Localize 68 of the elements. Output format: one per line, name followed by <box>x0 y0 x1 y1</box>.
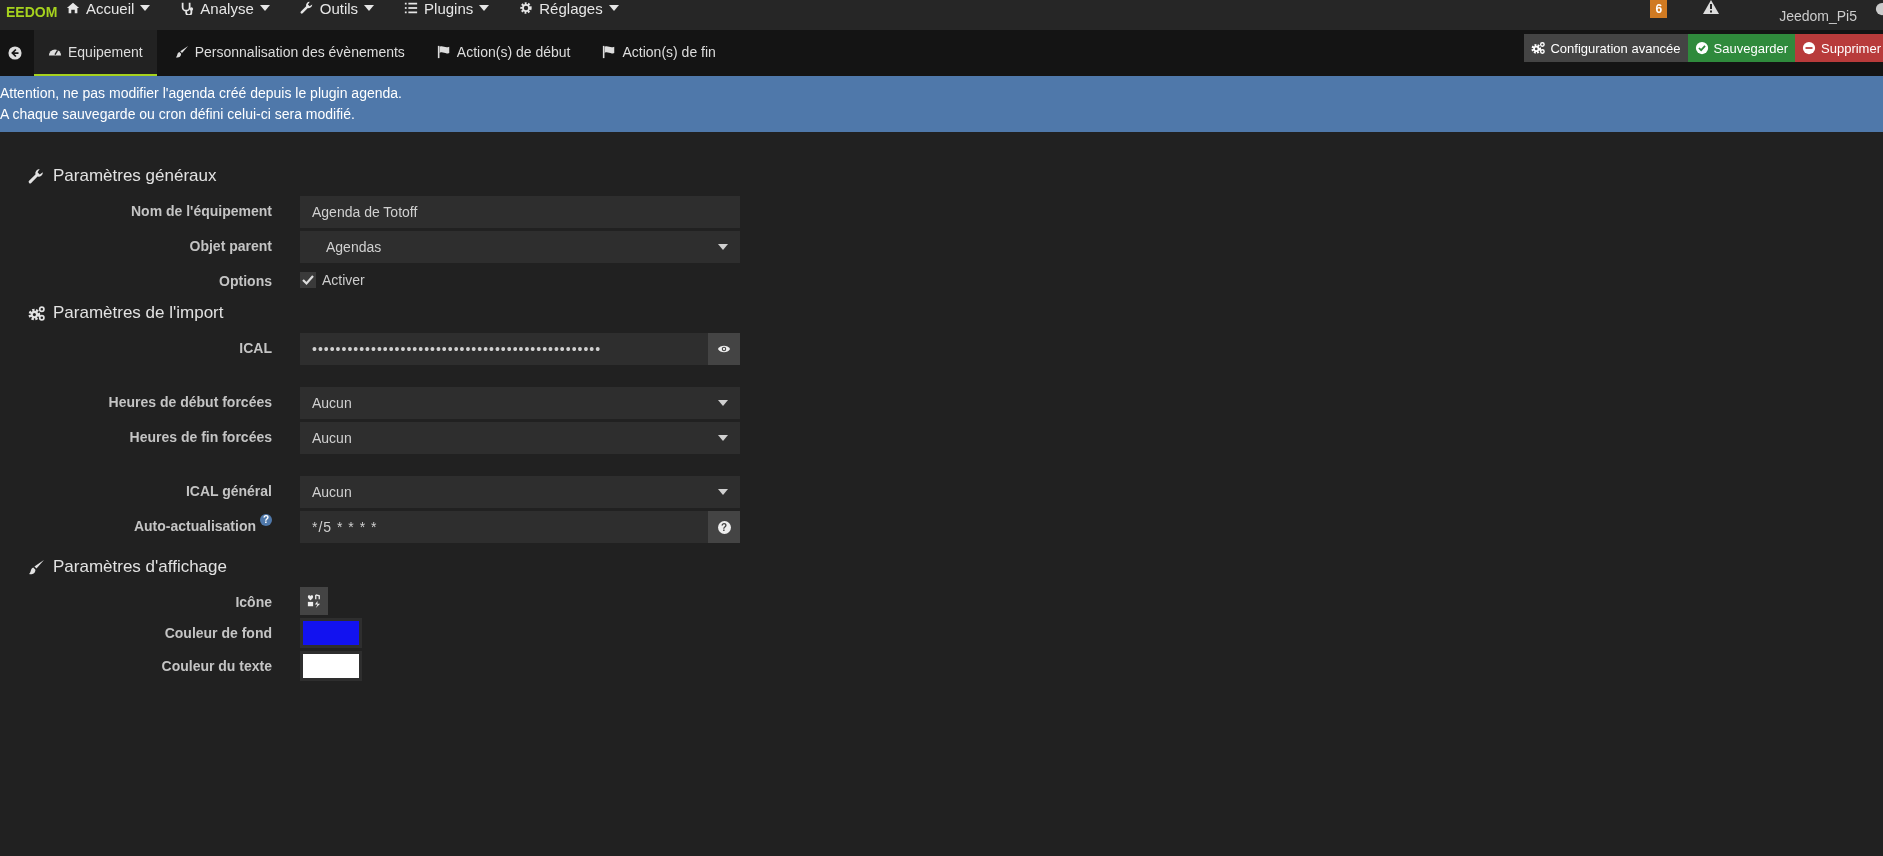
section-heading: Paramètres de l'import <box>53 303 224 323</box>
section-heading: Paramètres généraux <box>53 166 217 186</box>
field-label: Heures de fin forcées <box>129 429 272 445</box>
field-label: Heures de début forcées <box>108 394 272 410</box>
settings-icon <box>519 1 534 15</box>
caret-icon <box>364 5 375 11</box>
minus-circle-icon <box>1802 41 1817 55</box>
checkbox[interactable] <box>300 272 316 288</box>
nav-menu[interactable]: Plugins <box>404 0 490 18</box>
caret-icon <box>718 489 728 495</box>
hostname: Jeedom_Pi5 <box>1779 8 1857 24</box>
wrench-icon <box>28 167 45 185</box>
field-label: Icône <box>235 594 272 610</box>
caret-icon <box>718 244 728 250</box>
stethoscope-icon <box>180 1 195 15</box>
field-label: Objet parent <box>189 238 272 254</box>
shapes-icon <box>307 594 321 608</box>
field-label: ICAL <box>239 340 272 356</box>
caret-icon <box>608 5 619 11</box>
save-button[interactable]: Sauvegarder <box>1687 34 1796 62</box>
field-label: Options <box>219 273 272 289</box>
warning-text: A chaque sauvegarde ou cron défini celui-ci sera modifié. <box>0 105 355 124</box>
home-icon <box>66 1 80 15</box>
nav-menu[interactable]: Analyse <box>180 0 270 18</box>
flag-icon <box>436 45 451 59</box>
color-picker[interactable] <box>300 651 362 681</box>
delete-button[interactable]: Supprimer <box>1795 34 1883 62</box>
caret-icon <box>259 5 270 11</box>
wrench-icon <box>299 1 314 15</box>
select-field[interactable]: Agendas <box>300 231 740 263</box>
warning-text: Attention, ne pas modifier l'agenda créé depuis le plugin agenda. <box>0 84 402 103</box>
caret-icon <box>718 400 728 406</box>
warning-icon[interactable] <box>1703 0 1720 14</box>
text-field[interactable]: Agenda de Totoff <box>300 196 740 228</box>
advanced-config-button[interactable]: Configuration avancée <box>1524 34 1688 62</box>
caret-icon <box>718 435 728 441</box>
field-label: Auto-actualisation <box>133 518 256 534</box>
brush-icon <box>174 45 189 59</box>
select-field[interactable]: Aucun <box>300 476 740 508</box>
help-icon[interactable]: ? <box>260 514 272 526</box>
help-button[interactable]: ? <box>708 511 740 543</box>
select-field[interactable]: Aucun <box>300 422 740 454</box>
section-heading: Paramètres d'affichage <box>53 557 227 577</box>
show-password-button[interactable] <box>708 333 740 365</box>
brush-icon <box>28 558 45 576</box>
flag-icon <box>602 45 617 59</box>
select-field[interactable]: Aucun <box>300 387 740 419</box>
gears-icon <box>1531 41 1546 55</box>
field-label: Couleur de fond <box>164 625 272 641</box>
caret-icon <box>140 5 151 11</box>
caret-icon <box>479 5 490 11</box>
nav-menu[interactable]: Outils <box>299 0 375 18</box>
back-arrow-icon <box>8 46 22 60</box>
gears-icon <box>28 304 45 322</box>
nav-menu[interactable]: Réglages <box>519 0 619 18</box>
checkbox-label: Activer <box>322 272 365 288</box>
color-picker[interactable] <box>300 618 362 648</box>
field-label: Nom de l'équipement <box>131 203 272 219</box>
field-label: ICAL général <box>185 483 272 499</box>
logo[interactable]: EEDOM <box>6 4 66 20</box>
tab[interactable]: Equipement <box>34 30 157 76</box>
nav-menu[interactable]: Accueil <box>66 0 151 18</box>
password-field[interactable]: ••••••••••••••••••••••••••••••••••••••••••••••••• <box>300 333 708 365</box>
field-label: Couleur du texte <box>161 658 272 674</box>
icon-picker-button[interactable] <box>300 587 328 615</box>
check-circle-icon <box>1694 41 1709 55</box>
list-icon <box>404 1 419 15</box>
cron-field[interactable]: */5 * * * * <box>300 511 708 543</box>
